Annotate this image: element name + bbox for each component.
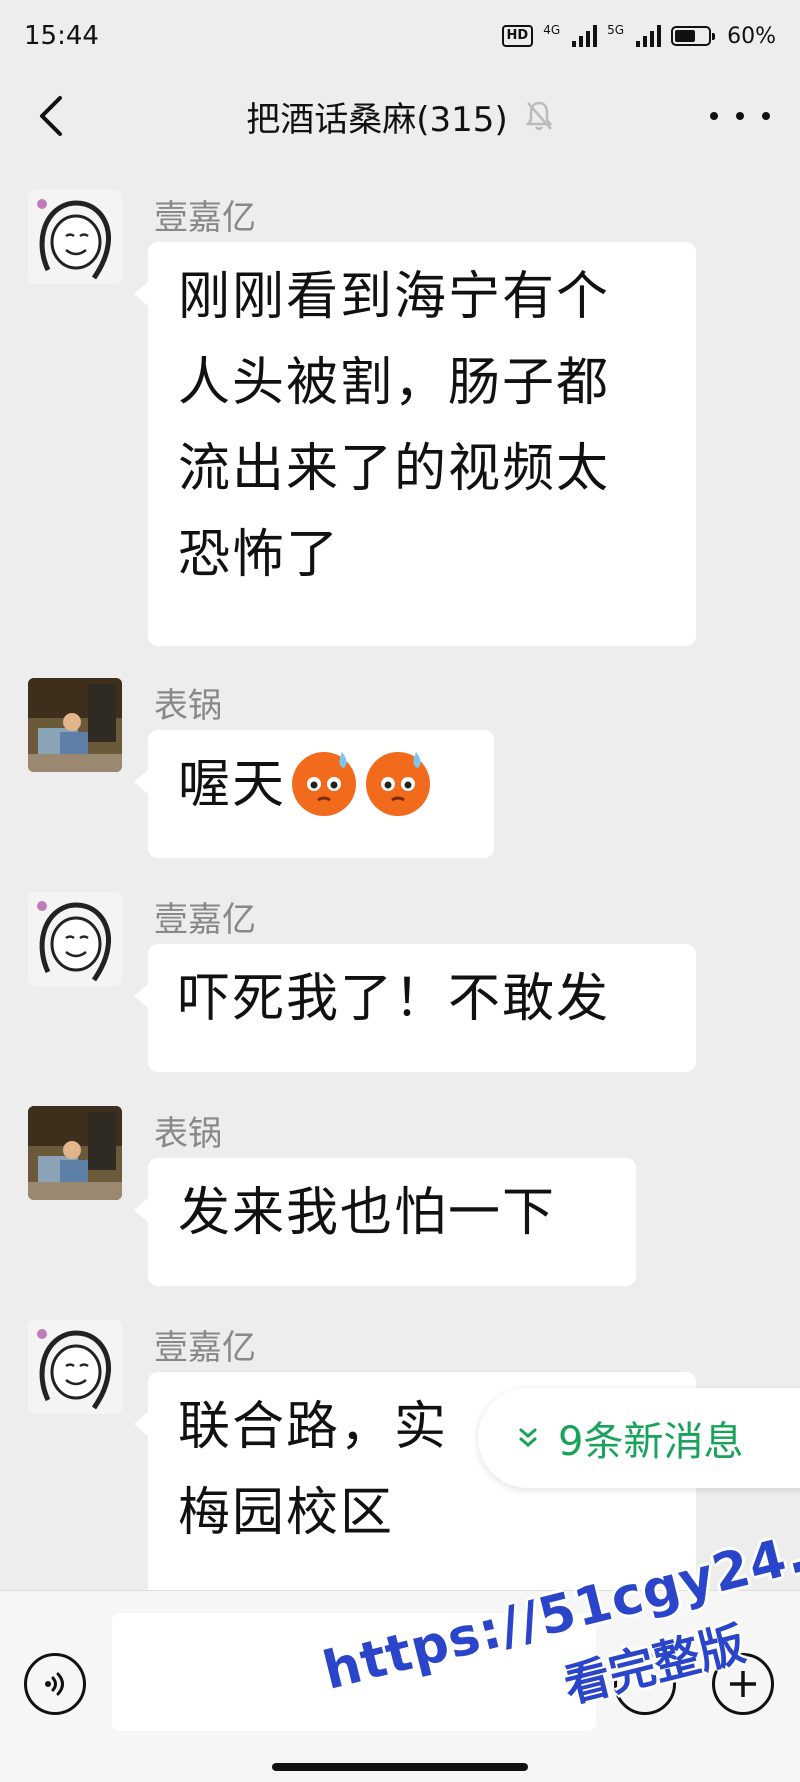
message-text: 发来我也怕一下 bbox=[178, 1183, 557, 1243]
emoji-button[interactable] bbox=[614, 1653, 676, 1715]
voice-icon bbox=[45, 1672, 64, 1696]
signal-icon-2 bbox=[636, 25, 662, 47]
more-options-button[interactable] bbox=[710, 100, 770, 132]
message-bubble[interactable]: 吓死我了！不敢发 bbox=[134, 944, 696, 1072]
sender-name: 表锅 bbox=[154, 686, 222, 726]
network-5g-label: 5G bbox=[607, 23, 625, 37]
message-line: 流出来了的视频太 bbox=[178, 439, 611, 499]
sweat-face-emoji-icon bbox=[292, 752, 357, 816]
new-messages-button[interactable]: 9条新消息 bbox=[478, 1388, 800, 1488]
message-bubble[interactable]: 刚刚看到海宁有个 人头被割，肠子都 流出来了的视频太 恐怖了 bbox=[134, 242, 696, 646]
avatar-yijiayi[interactable] bbox=[28, 1320, 122, 1414]
plus-icon bbox=[730, 1671, 756, 1697]
signal-icon bbox=[572, 25, 598, 47]
sender-name: 表锅 bbox=[154, 1114, 222, 1154]
voice-button[interactable] bbox=[24, 1653, 86, 1715]
avatar-biaoguo[interactable] bbox=[28, 1106, 122, 1200]
message-input[interactable] bbox=[112, 1613, 596, 1731]
home-indicator bbox=[272, 1763, 528, 1771]
battery-icon bbox=[671, 26, 716, 46]
avatar-biaoguo[interactable] bbox=[28, 678, 122, 772]
hd-icon: HD bbox=[501, 25, 534, 47]
new-messages-label: 9条新消息 bbox=[558, 1419, 744, 1465]
message-text: 喔天 bbox=[178, 755, 287, 815]
chevron-left-icon bbox=[40, 96, 62, 136]
message-line: 恐怖了 bbox=[178, 525, 341, 585]
double-chevron-down-icon bbox=[518, 1427, 538, 1449]
mute-bell-icon bbox=[524, 100, 554, 132]
sender-name: 壹嘉亿 bbox=[154, 1328, 256, 1368]
back-button[interactable] bbox=[24, 90, 76, 142]
more-actions-button[interactable] bbox=[712, 1653, 774, 1715]
more-dot-icon bbox=[736, 112, 744, 120]
status-time: 15:44 bbox=[24, 21, 99, 51]
message-bubble[interactable]: 发来我也怕一下 bbox=[134, 1158, 636, 1286]
status-bar: 15:44 HD 4G 5G 60% bbox=[0, 0, 800, 72]
message-line: 人头被割，肠子都 bbox=[178, 353, 611, 413]
avatar-yijiayi[interactable] bbox=[28, 190, 122, 284]
avatar-yijiayi[interactable] bbox=[28, 892, 122, 986]
status-icons: HD 4G 5G 60% bbox=[501, 23, 776, 49]
chat-title: 把酒话桑麻(315) bbox=[246, 99, 508, 140]
sender-name: 壹嘉亿 bbox=[154, 198, 256, 238]
battery-percent: 60% bbox=[727, 23, 776, 49]
chat-header: 把酒话桑麻(315) bbox=[0, 72, 800, 160]
sweat-face-emoji-icon bbox=[366, 752, 431, 816]
input-bar bbox=[0, 1590, 800, 1782]
network-4g-label: 4G bbox=[543, 23, 561, 37]
more-dot-icon bbox=[710, 112, 718, 120]
sender-name: 壹嘉亿 bbox=[154, 900, 256, 940]
message-bubble[interactable]: 喔天 bbox=[134, 730, 494, 858]
message-text: 吓死我了！不敢发 bbox=[178, 969, 611, 1029]
message-line: 刚刚看到海宁有个 bbox=[178, 267, 611, 327]
more-dot-icon bbox=[762, 112, 770, 120]
